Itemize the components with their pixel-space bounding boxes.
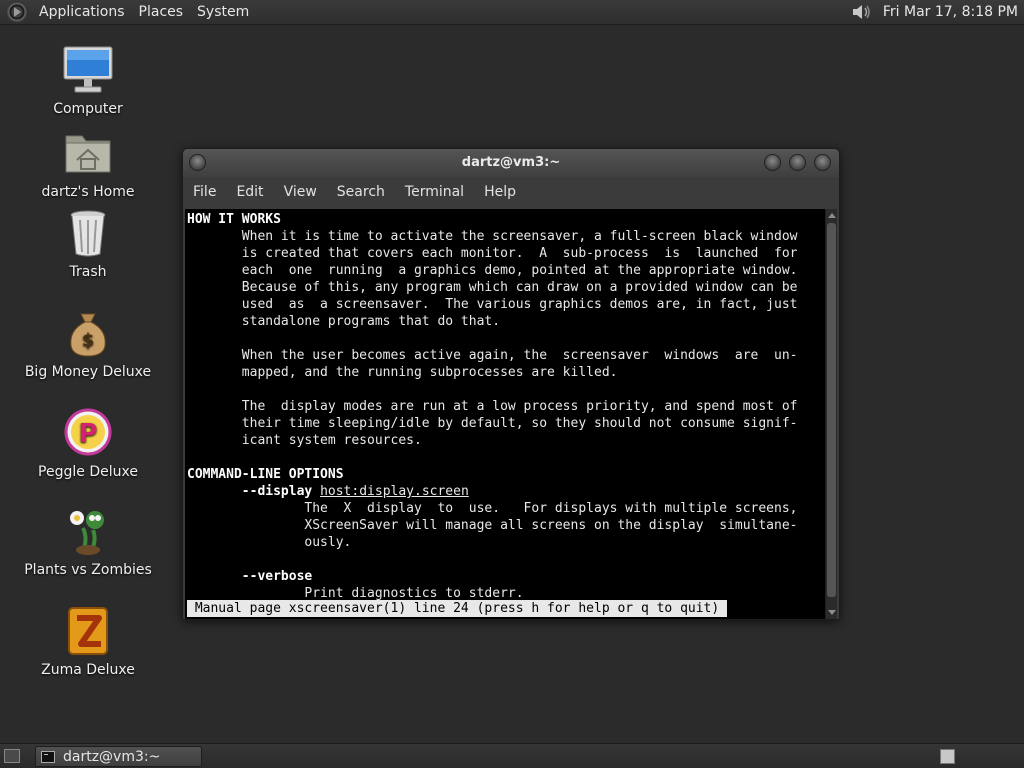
menu-system[interactable]: System xyxy=(190,4,256,20)
desktop-icon-plants-vs-zombies[interactable]: Plants vs Zombies xyxy=(18,506,158,578)
pager-status-line: Manual page xscreensaver(1) line 24 (pre… xyxy=(187,600,728,617)
terminal-line: When it is time to activate the screensa… xyxy=(187,229,798,244)
show-desktop-icon[interactable] xyxy=(4,749,20,763)
minimize-button[interactable] xyxy=(764,154,781,171)
home-folder-icon xyxy=(63,128,113,180)
menu-terminal[interactable]: Terminal xyxy=(395,184,474,200)
terminal-line: their time sleeping/idle by default, so … xyxy=(187,416,798,431)
desktop-icon-label: Big Money Deluxe xyxy=(24,364,152,380)
desktop-icon-computer[interactable]: Computer xyxy=(18,45,158,117)
peggle-icon: P xyxy=(63,408,113,460)
window-title: dartz@vm3:~ xyxy=(461,155,561,170)
svg-text:$: $ xyxy=(82,330,95,351)
panel-tray: Fri Mar 17, 8:18 PM xyxy=(851,0,1024,25)
workspace-switcher-icon[interactable] xyxy=(940,749,955,764)
terminal-line: is created that covers each monitor. A s… xyxy=(187,246,798,261)
menu-help[interactable]: Help xyxy=(474,184,526,200)
terminal-output[interactable]: HOW IT WORKS When it is time to activate… xyxy=(185,209,827,619)
desktop-icon-trash[interactable]: Trash xyxy=(18,208,158,280)
menu-applications[interactable]: Applications xyxy=(32,4,132,20)
taskbar-button-label: dartz@vm3:~ xyxy=(63,748,161,765)
desktop-icon-label: Peggle Deluxe xyxy=(38,464,138,480)
volume-icon[interactable] xyxy=(851,2,875,22)
taskbar-button-terminal[interactable]: dartz@vm3:~ xyxy=(35,746,202,767)
scrollbar-thumb[interactable] xyxy=(827,223,836,597)
terminal-line: ously. xyxy=(187,535,352,550)
scroll-up-arrow-icon[interactable] xyxy=(828,213,836,218)
terminal-line: When the user becomes active again, the … xyxy=(187,348,798,363)
bottom-panel: dartz@vm3:~ xyxy=(0,743,1024,768)
trash-icon xyxy=(63,208,113,260)
menu-search[interactable]: Search xyxy=(327,184,395,200)
terminal-window: dartz@vm3:~ File Edit View Search Termin… xyxy=(182,148,840,620)
terminal-line: COMMAND-LINE OPTIONS xyxy=(187,467,344,482)
desktop-icon-zuma[interactable]: Zuma Deluxe xyxy=(18,606,158,678)
computer-icon xyxy=(63,45,113,97)
terminal-icon xyxy=(41,750,55,763)
clock[interactable]: Fri Mar 17, 8:18 PM xyxy=(883,4,1020,20)
terminal-line: used as a screensaver. The various graph… xyxy=(187,297,798,312)
zuma-icon xyxy=(63,606,113,658)
desktop-icon-big-money[interactable]: $ Big Money Deluxe xyxy=(18,308,158,380)
desktop-icon-label: Trash xyxy=(69,264,107,280)
terminal-line: The X display to use. For displays with … xyxy=(187,501,798,516)
terminal-line: The display modes are run at a low proce… xyxy=(187,399,798,414)
desktop-icon-peggle[interactable]: P Peggle Deluxe xyxy=(18,408,158,480)
distro-logo-icon[interactable] xyxy=(6,1,28,23)
terminal-line-display-option: --display host:display.screen xyxy=(241,484,469,499)
desktop-icon-home[interactable]: dartz's Home xyxy=(18,128,158,200)
terminal-line: XScreenSaver will manage all screens on … xyxy=(187,518,798,533)
terminal-line: each one running a graphics demo, pointe… xyxy=(187,263,798,278)
top-panel: Applications Places System Fri Mar 17, 8… xyxy=(0,0,1024,25)
menu-edit[interactable]: Edit xyxy=(226,184,273,200)
window-menu-button[interactable] xyxy=(189,154,206,171)
terminal-scrollbar[interactable] xyxy=(825,209,837,619)
scroll-down-arrow-icon[interactable] xyxy=(828,610,836,615)
terminal-line: HOW IT WORKS xyxy=(187,212,281,227)
desktop-icon-label: Computer xyxy=(53,101,123,117)
terminal-line: icant system resources. xyxy=(187,433,422,448)
window-titlebar[interactable]: dartz@vm3:~ xyxy=(183,149,839,177)
menu-view[interactable]: View xyxy=(274,184,327,200)
desktop-icon-label: Plants vs Zombies xyxy=(24,562,152,578)
maximize-button[interactable] xyxy=(789,154,806,171)
terminal-line: standalone programs that do that. xyxy=(187,314,501,329)
terminal-line-verbose-option: --verbose xyxy=(241,569,313,584)
terminal-line: mapped, and the running subprocesses are… xyxy=(187,365,618,380)
menu-places[interactable]: Places xyxy=(132,4,191,20)
close-button[interactable] xyxy=(814,154,831,171)
svg-text:P: P xyxy=(78,419,97,449)
plants-vs-zombies-icon xyxy=(63,506,113,558)
menu-file[interactable]: File xyxy=(183,184,226,200)
window-menubar: File Edit View Search Terminal Help xyxy=(183,177,839,207)
money-bag-icon: $ xyxy=(63,308,113,360)
desktop-icon-label: Zuma Deluxe xyxy=(41,662,135,678)
desktop-icon-label: dartz's Home xyxy=(41,184,135,200)
terminal-line: Because of this, any program which can d… xyxy=(187,280,798,295)
